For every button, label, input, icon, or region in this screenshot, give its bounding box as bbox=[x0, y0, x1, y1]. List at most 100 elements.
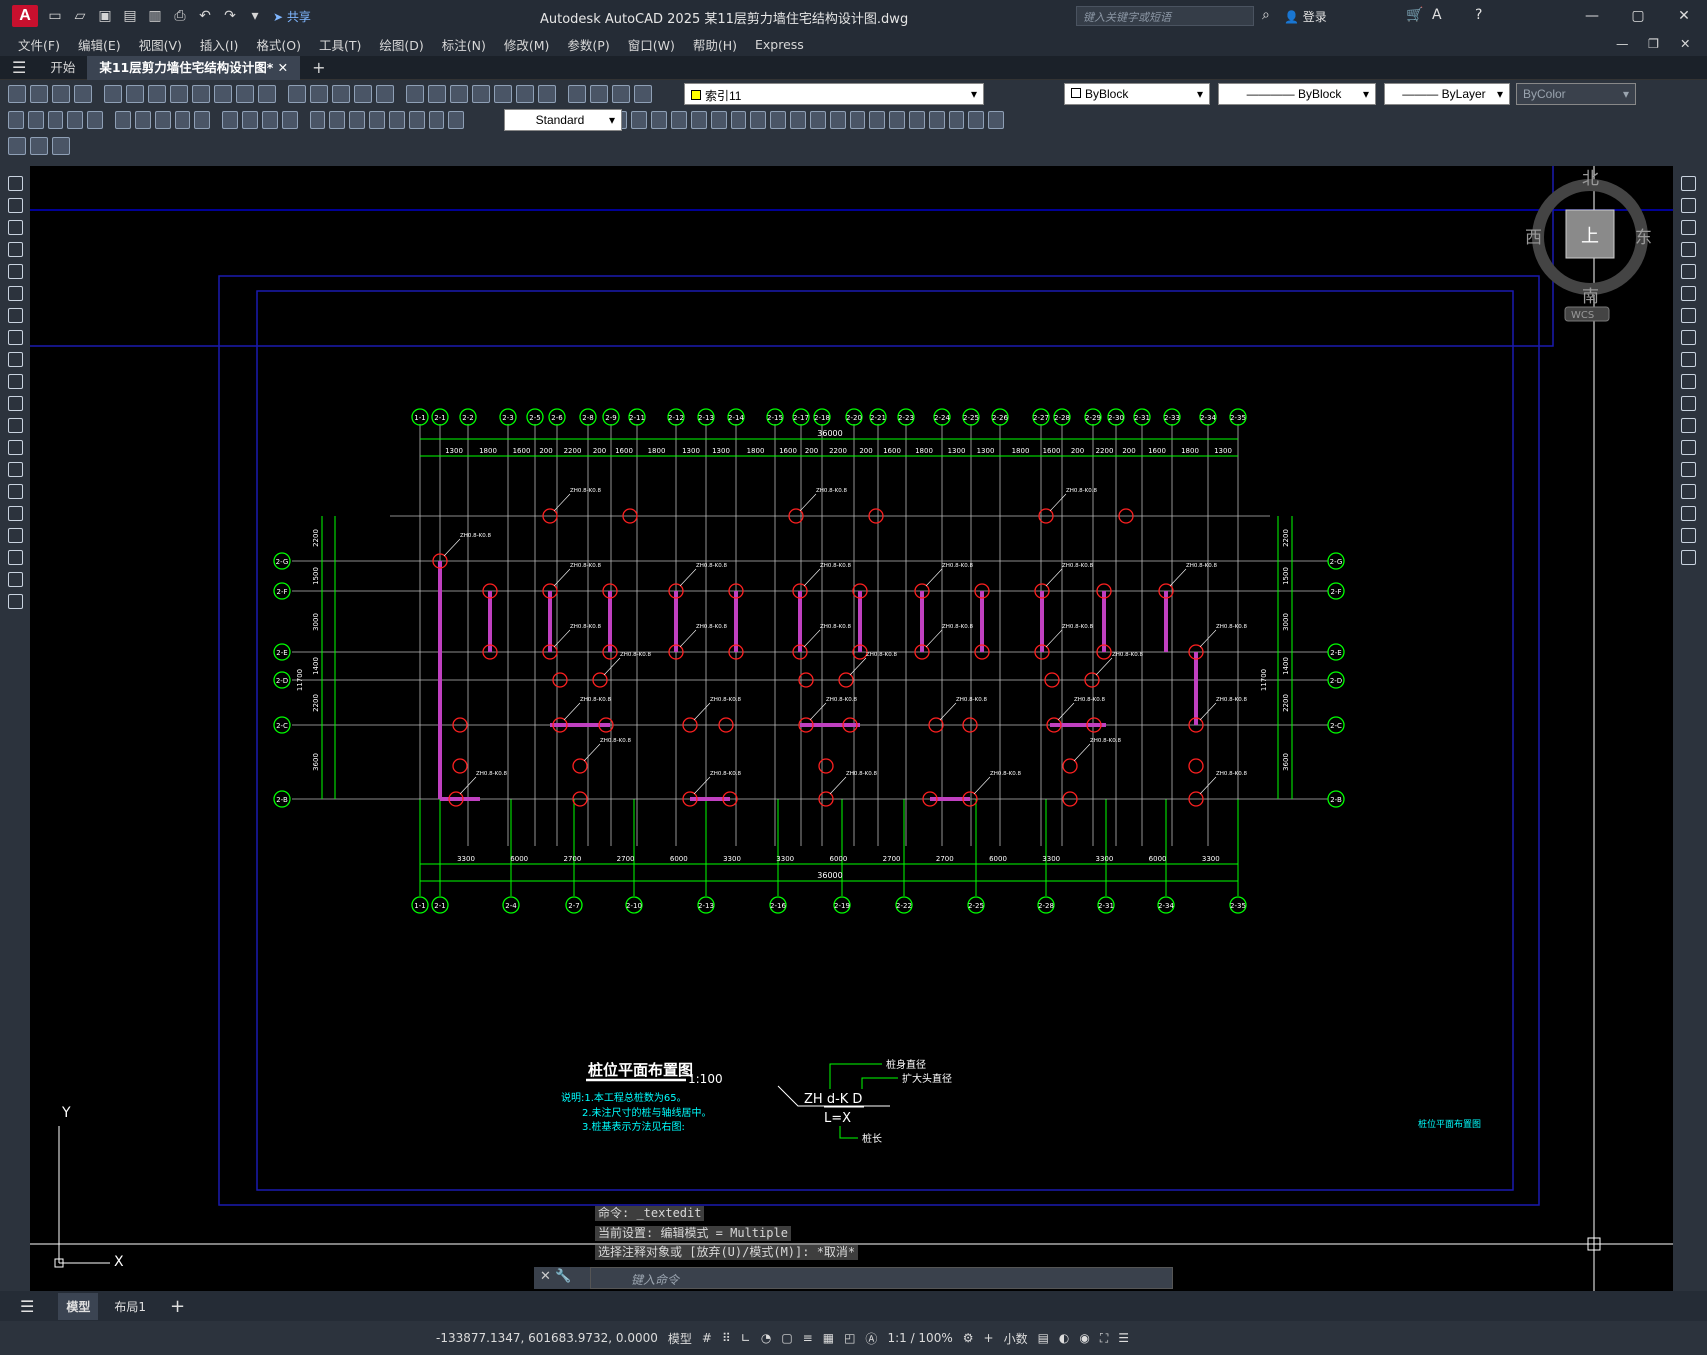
toolbar-tool-icon[interactable] bbox=[126, 85, 144, 103]
login-button[interactable]: 👤 登录 bbox=[1284, 8, 1327, 25]
text-style-dropdown[interactable]: Standard ▾ bbox=[504, 109, 622, 131]
tool-icon[interactable] bbox=[8, 418, 23, 433]
open-icon[interactable]: ▱ bbox=[72, 8, 88, 24]
menu-insert[interactable]: 插入(I) bbox=[200, 35, 238, 54]
toolbar-tool-icon[interactable] bbox=[349, 111, 366, 129]
toolbar-tool-icon[interactable] bbox=[47, 111, 64, 129]
annotation-visibility-icon[interactable]: Ⓐ bbox=[865, 1330, 877, 1347]
tab-model[interactable]: 模型 bbox=[58, 1292, 99, 1320]
plotstyle-dropdown[interactable]: ByColor ▾ bbox=[1516, 83, 1636, 105]
search-input[interactable]: 键入关键字或短语 bbox=[1076, 6, 1254, 26]
toolbar-tool-icon[interactable] bbox=[631, 111, 648, 129]
tool-icon[interactable] bbox=[8, 572, 23, 587]
toolbar-tool-icon[interactable] bbox=[170, 85, 188, 103]
toolbar-tool-icon[interactable] bbox=[214, 85, 232, 103]
tool-icon[interactable] bbox=[8, 440, 23, 455]
hardware-acceleration-icon[interactable]: ◐ bbox=[1059, 1331, 1069, 1345]
tool-icon[interactable] bbox=[1681, 396, 1696, 411]
menu-parametric[interactable]: 参数(P) bbox=[567, 35, 609, 54]
tool-icon[interactable] bbox=[1681, 462, 1696, 477]
tool-icon[interactable] bbox=[1681, 242, 1696, 257]
tool-icon[interactable] bbox=[1681, 484, 1696, 499]
toolbar-tool-icon[interactable] bbox=[67, 111, 84, 129]
toolbar-tool-icon[interactable] bbox=[74, 85, 92, 103]
tool-icon[interactable] bbox=[8, 220, 23, 235]
toolbar-tool-icon[interactable] bbox=[222, 111, 239, 129]
toolbar-tool-icon[interactable] bbox=[332, 85, 350, 103]
menu-edit[interactable]: 编辑(E) bbox=[78, 35, 121, 54]
web-save-icon[interactable]: ▥ bbox=[147, 8, 163, 24]
drawing-canvas[interactable]: 1-1 2-1 2-2 2-3 2-5 2-6 2-8 2-9 2-11 2-12 2-13 2-14… bbox=[30, 166, 1673, 1291]
toolbar-tool-icon[interactable] bbox=[87, 111, 104, 129]
tool-icon[interactable] bbox=[1681, 264, 1696, 279]
toolbar-tool-icon[interactable] bbox=[261, 111, 278, 129]
tool-icon[interactable] bbox=[8, 528, 23, 543]
doc-close-icon[interactable]: ✕ bbox=[1680, 36, 1690, 51]
menu-window[interactable]: 窗口(W) bbox=[628, 35, 675, 54]
redo-icon[interactable]: ↷ bbox=[222, 8, 238, 24]
tool-icon[interactable] bbox=[1681, 286, 1696, 301]
workspace-gear-icon[interactable]: ⚙ bbox=[963, 1331, 974, 1345]
toolbar-tool-icon[interactable] bbox=[27, 111, 44, 129]
toolbar-tool-icon[interactable] bbox=[242, 111, 258, 129]
toolbar-tool-icon[interactable] bbox=[258, 85, 276, 103]
toolbar-tool-icon[interactable] bbox=[369, 111, 385, 129]
toolbar-tool-icon[interactable] bbox=[968, 111, 985, 129]
ortho-icon[interactable]: ∟ bbox=[741, 1331, 751, 1345]
toolbar-tool-icon[interactable] bbox=[590, 85, 608, 103]
tool-icon[interactable] bbox=[1681, 176, 1696, 191]
toolbar-tool-icon[interactable] bbox=[770, 111, 787, 129]
snap-icon[interactable]: ⠿ bbox=[722, 1331, 731, 1345]
linetype-dropdown[interactable]: ———— ByBlock ▾ bbox=[1218, 83, 1376, 105]
command-customize-icon[interactable]: 🔧 bbox=[555, 1269, 571, 1284]
toolbar-tool-icon[interactable] bbox=[329, 111, 346, 129]
toolbar-tool-icon[interactable] bbox=[428, 111, 445, 129]
tab-active-drawing[interactable]: 某11层剪力墙住宅结构设计图* ✕ bbox=[87, 55, 301, 80]
toolbar-tool-icon[interactable] bbox=[690, 111, 707, 129]
tool-icon[interactable] bbox=[8, 330, 23, 345]
toolbar-tool-icon[interactable] bbox=[154, 111, 171, 129]
toolbar-tool-icon[interactable] bbox=[568, 85, 586, 103]
menu-dimension[interactable]: 标注(N) bbox=[442, 35, 486, 54]
toolbar-tool-icon[interactable] bbox=[538, 85, 556, 103]
tool-icon[interactable] bbox=[8, 264, 23, 279]
menu-modify[interactable]: 修改(M) bbox=[504, 35, 550, 54]
autocad-logo-icon[interactable]: A bbox=[12, 5, 38, 27]
units-dropdown[interactable]: 小数 bbox=[1004, 1330, 1028, 1347]
toolbar-tool-icon[interactable] bbox=[634, 85, 652, 103]
menu-help[interactable]: 帮助(H) bbox=[693, 35, 737, 54]
toolbar-tool-icon[interactable] bbox=[174, 111, 191, 129]
toolbar-tool-icon[interactable] bbox=[988, 111, 1005, 129]
tool-icon[interactable] bbox=[1681, 528, 1696, 543]
lineweight-dropdown[interactable]: ——— ByLayer ▾ bbox=[1384, 83, 1510, 105]
toolbar-tool-icon[interactable] bbox=[494, 85, 512, 103]
layout-menu-icon[interactable]: ☰ bbox=[20, 1297, 34, 1316]
toolbar-tool-icon[interactable] bbox=[651, 111, 668, 129]
tool-icon[interactable] bbox=[1681, 352, 1696, 367]
toolbar-tool-icon[interactable] bbox=[710, 111, 727, 129]
viewcube-south[interactable]: 南 bbox=[1582, 287, 1599, 307]
toolbar-tool-icon[interactable] bbox=[849, 111, 866, 129]
tab-start[interactable]: 开始 bbox=[38, 56, 87, 80]
help-icon[interactable]: ? bbox=[1475, 7, 1482, 23]
annotation-scale[interactable]: 1:1 / 100% bbox=[887, 1331, 952, 1345]
toolbar-tool-icon[interactable] bbox=[516, 85, 534, 103]
toolbar-tool-icon[interactable] bbox=[30, 85, 48, 103]
tool-icon[interactable] bbox=[8, 484, 23, 499]
tab-close-icon[interactable]: ✕ bbox=[278, 60, 288, 75]
tool-icon[interactable] bbox=[8, 176, 23, 191]
toolbar-tool-icon[interactable] bbox=[928, 111, 945, 129]
toolbar-tool-icon[interactable] bbox=[809, 111, 826, 129]
tool-icon[interactable] bbox=[1681, 308, 1696, 323]
tool-icon[interactable] bbox=[8, 352, 23, 367]
tool-icon[interactable] bbox=[8, 286, 23, 301]
lineweight-icon[interactable]: ≡ bbox=[803, 1331, 813, 1345]
menu-format[interactable]: 格式(O) bbox=[256, 35, 301, 54]
viewcube-north[interactable]: 北 bbox=[1582, 169, 1599, 189]
customize-quickaccess-icon[interactable]: ▾ bbox=[247, 8, 263, 24]
toolbar-tool-icon[interactable] bbox=[889, 111, 905, 129]
toolbar-tool-icon[interactable] bbox=[281, 111, 298, 129]
toolbar-tool-icon[interactable] bbox=[310, 85, 328, 103]
tab-layout1[interactable]: 布局1 bbox=[114, 1298, 146, 1315]
toolbar-tool-icon[interactable] bbox=[376, 85, 394, 103]
